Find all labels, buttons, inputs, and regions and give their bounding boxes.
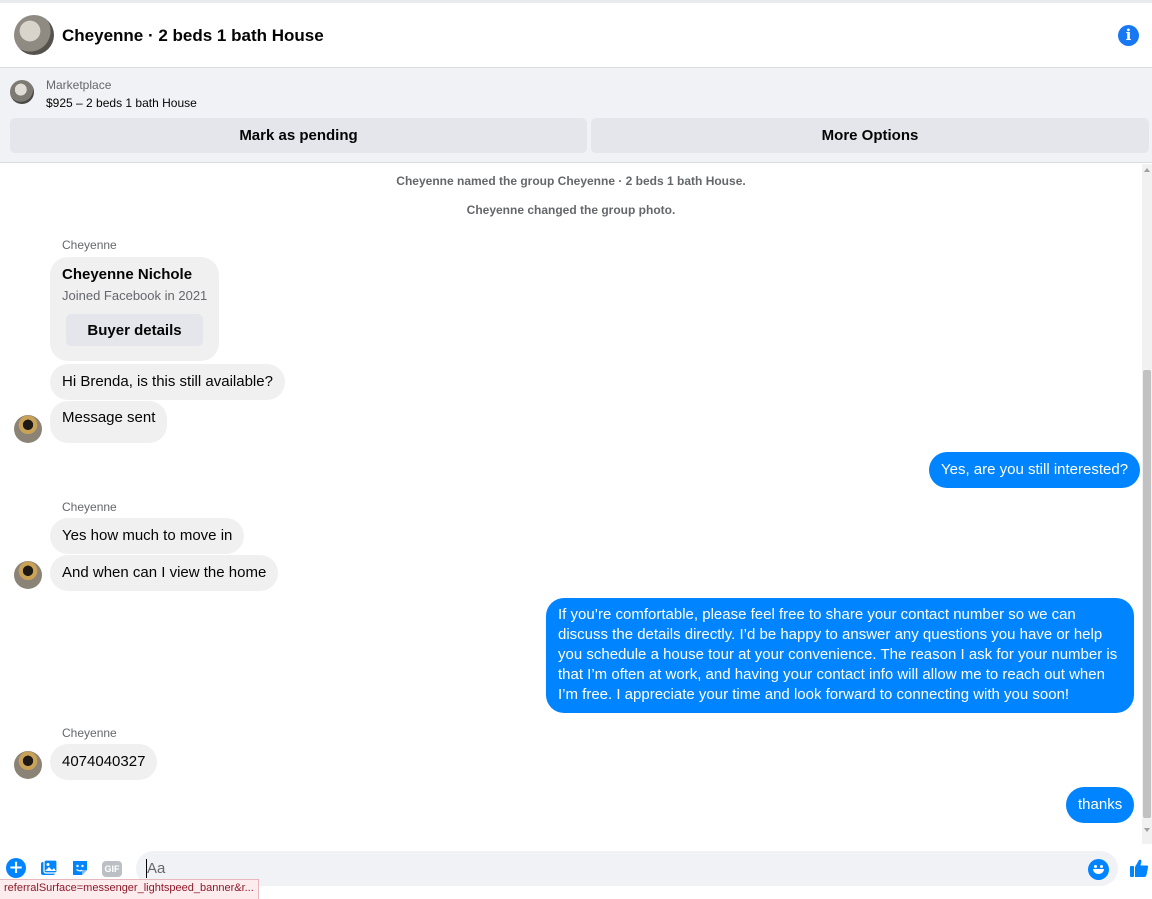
photo-icon[interactable]	[39, 858, 59, 878]
more-options-button[interactable]: More Options	[591, 118, 1149, 153]
message-input[interactable]: Aa	[136, 851, 1118, 886]
sender-name: Cheyenne	[62, 726, 117, 740]
marketplace-label: Marketplace	[46, 78, 112, 92]
system-message: Cheyenne named the group Cheyenne · 2 be…	[396, 174, 746, 188]
message-bubble-incoming[interactable]: Hi Brenda, is this still available?	[50, 364, 285, 400]
messenger-window: Cheyenne · 2 beds 1 bath House i Marketp…	[0, 0, 1152, 899]
listing-title[interactable]: $925 – 2 beds 1 bath House	[46, 96, 197, 110]
message-input-placeholder: Aa	[147, 860, 166, 877]
status-bar-url: referralSurface=messenger_lightspeed_ban…	[0, 879, 259, 899]
thumbs-up-icon[interactable]	[1128, 857, 1150, 879]
scroll-down-arrow-icon[interactable]	[1144, 828, 1150, 832]
message-list: Cheyenne named the group Cheyenne · 2 be…	[0, 164, 1142, 844]
group-avatar[interactable]	[14, 15, 54, 55]
sender-avatar[interactable]	[14, 561, 42, 589]
message-bubble-incoming[interactable]: Message sent	[50, 401, 168, 443]
marketplace-banner: Marketplace $925 – 2 beds 1 bath House M…	[0, 67, 1152, 163]
sender-name: Cheyenne	[62, 238, 117, 252]
conversation-title[interactable]: Cheyenne · 2 beds 1 bath House	[62, 26, 324, 46]
message-bubble-outgoing[interactable]: thanks	[1066, 787, 1135, 823]
chat-scrollbar[interactable]	[1142, 164, 1152, 844]
message-bubble-incoming[interactable]: 4074040327	[50, 744, 158, 780]
profile-card: Cheyenne Nichole Joined Facebook in 2021…	[50, 257, 219, 361]
gif-icon[interactable]: GIF	[102, 861, 122, 877]
system-message: Cheyenne changed the group photo.	[466, 203, 676, 217]
scroll-thumb[interactable]	[1143, 370, 1151, 818]
conversation-header: Cheyenne · 2 beds 1 bath House i	[0, 0, 1152, 67]
emoji-icon[interactable]	[1088, 859, 1109, 880]
sticker-icon[interactable]	[70, 858, 90, 878]
message-bubble-incoming[interactable]: Yes how much to move in	[50, 518, 245, 554]
sender-name: Cheyenne	[62, 500, 117, 514]
profile-name: Cheyenne Nichole	[62, 266, 193, 283]
sender-avatar[interactable]	[14, 751, 42, 779]
info-icon[interactable]: i	[1118, 25, 1139, 46]
message-bubble-outgoing[interactable]: Yes, are you still interested?	[929, 452, 1141, 488]
message-bubble-incoming[interactable]: And when can I view the home	[50, 555, 279, 591]
profile-joined: Joined Facebook in 2021	[62, 288, 208, 303]
plus-icon[interactable]: +	[6, 858, 26, 878]
buyer-details-button[interactable]: Buyer details	[66, 314, 203, 346]
mark-as-pending-button[interactable]: Mark as pending	[10, 118, 587, 153]
message-bubble-outgoing[interactable]: If you’re comfortable, please feel free …	[546, 598, 1134, 713]
scroll-up-arrow-icon[interactable]	[1144, 168, 1150, 172]
sender-avatar[interactable]	[14, 415, 42, 443]
listing-thumbnail[interactable]	[10, 80, 34, 104]
